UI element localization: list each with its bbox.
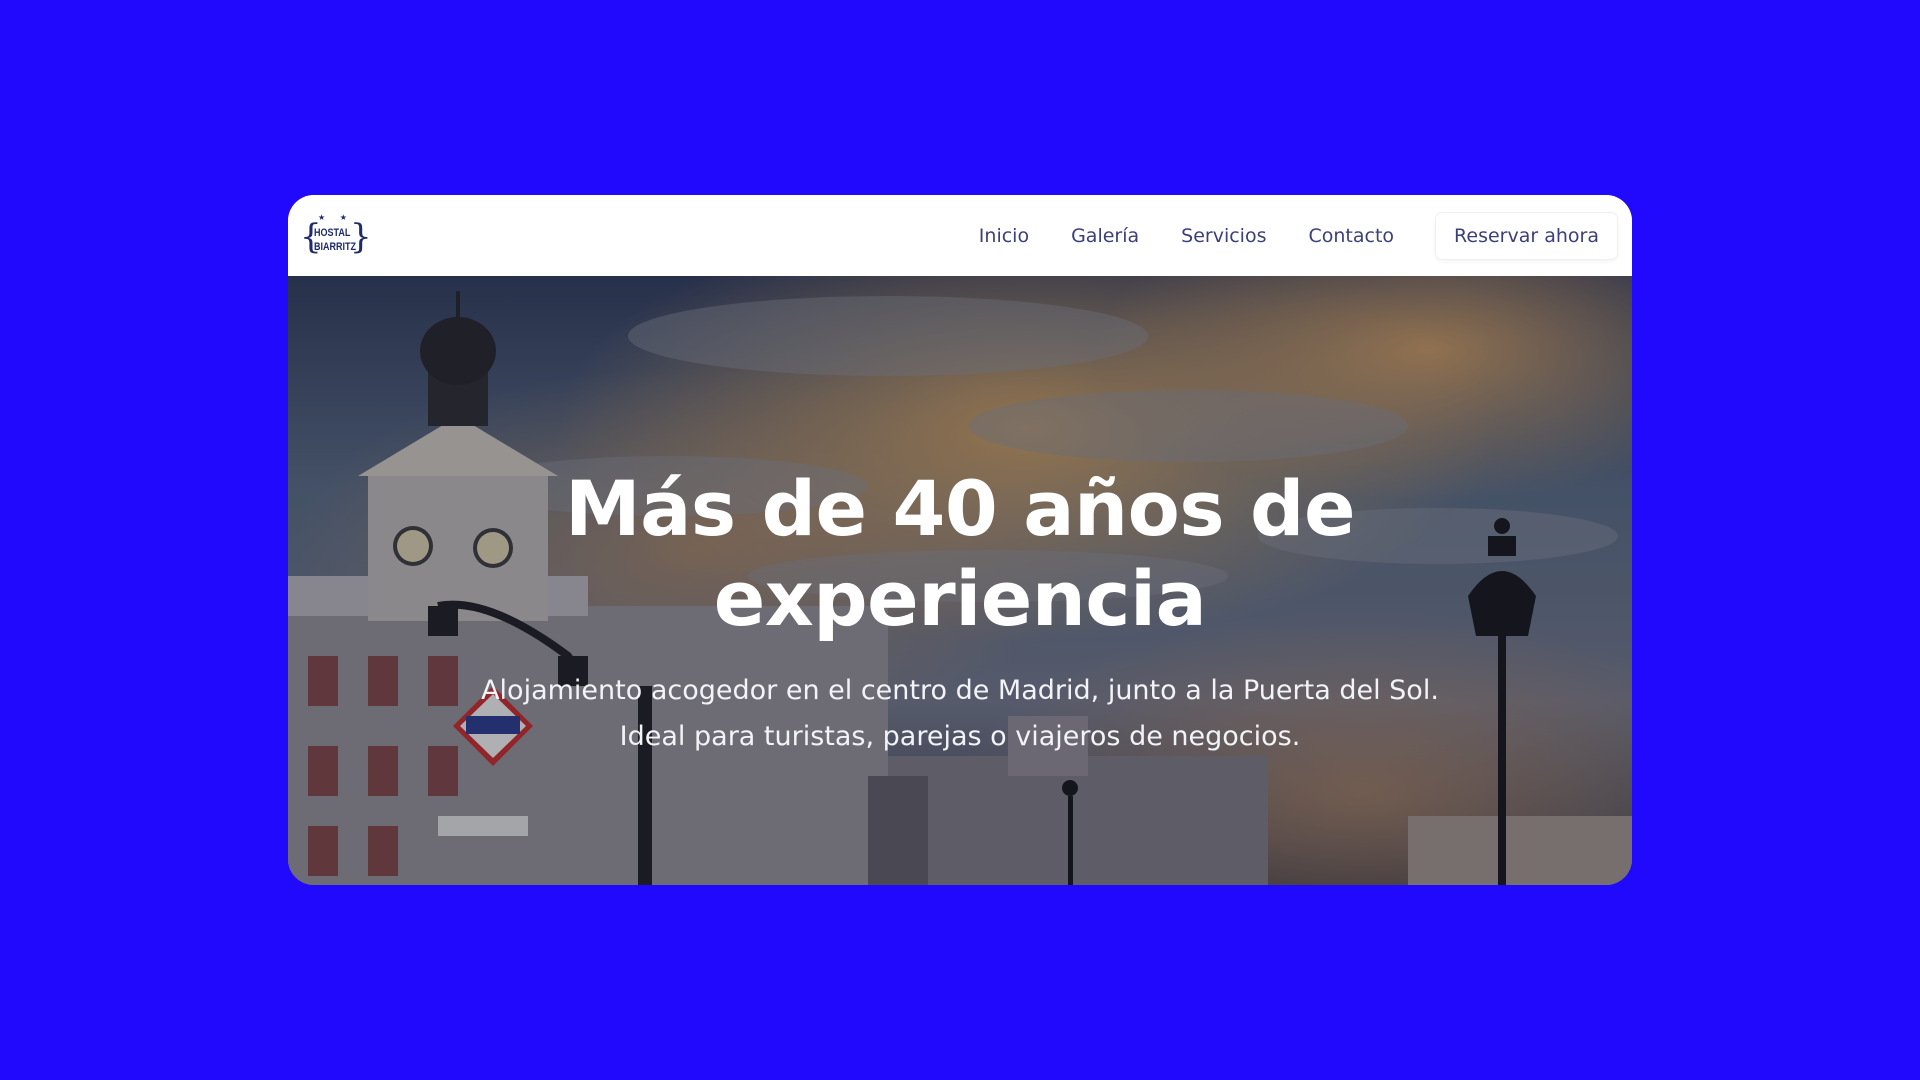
nav-item-inicio[interactable]: Inicio — [979, 225, 1029, 247]
logo-line-1: HOSTAL — [313, 227, 351, 239]
logo-stars: ★ ★ — [318, 213, 353, 222]
hero-section: Más de 40 años de experiencia Alojamient… — [288, 276, 1632, 885]
logo-line-2: BIARRITZ — [313, 241, 357, 253]
navbar: ★ ★ { HOSTAL BIARRITZ } Inicio Galería S… — [288, 195, 1632, 276]
hostal-biarritz-logo[interactable]: ★ ★ { HOSTAL BIARRITZ } — [300, 213, 372, 259]
logo-right-flourish-icon: } — [350, 217, 372, 257]
browser-window: ★ ★ { HOSTAL BIARRITZ } Inicio Galería S… — [288, 195, 1632, 885]
hero-subtitle: Alojamiento acogedor en el centro de Mad… — [481, 675, 1439, 752]
hero-title: Más de 40 años de experiencia — [565, 464, 1355, 643]
nav-item-galeria[interactable]: Galería — [1071, 225, 1139, 247]
nav-item-servicios[interactable]: Servicios — [1181, 225, 1266, 247]
nav-item-contacto[interactable]: Contacto — [1309, 225, 1395, 247]
reservar-ahora-button[interactable]: Reservar ahora — [1436, 212, 1617, 259]
main-nav: Inicio Galería Servicios Contacto Reserv… — [979, 195, 1632, 276]
